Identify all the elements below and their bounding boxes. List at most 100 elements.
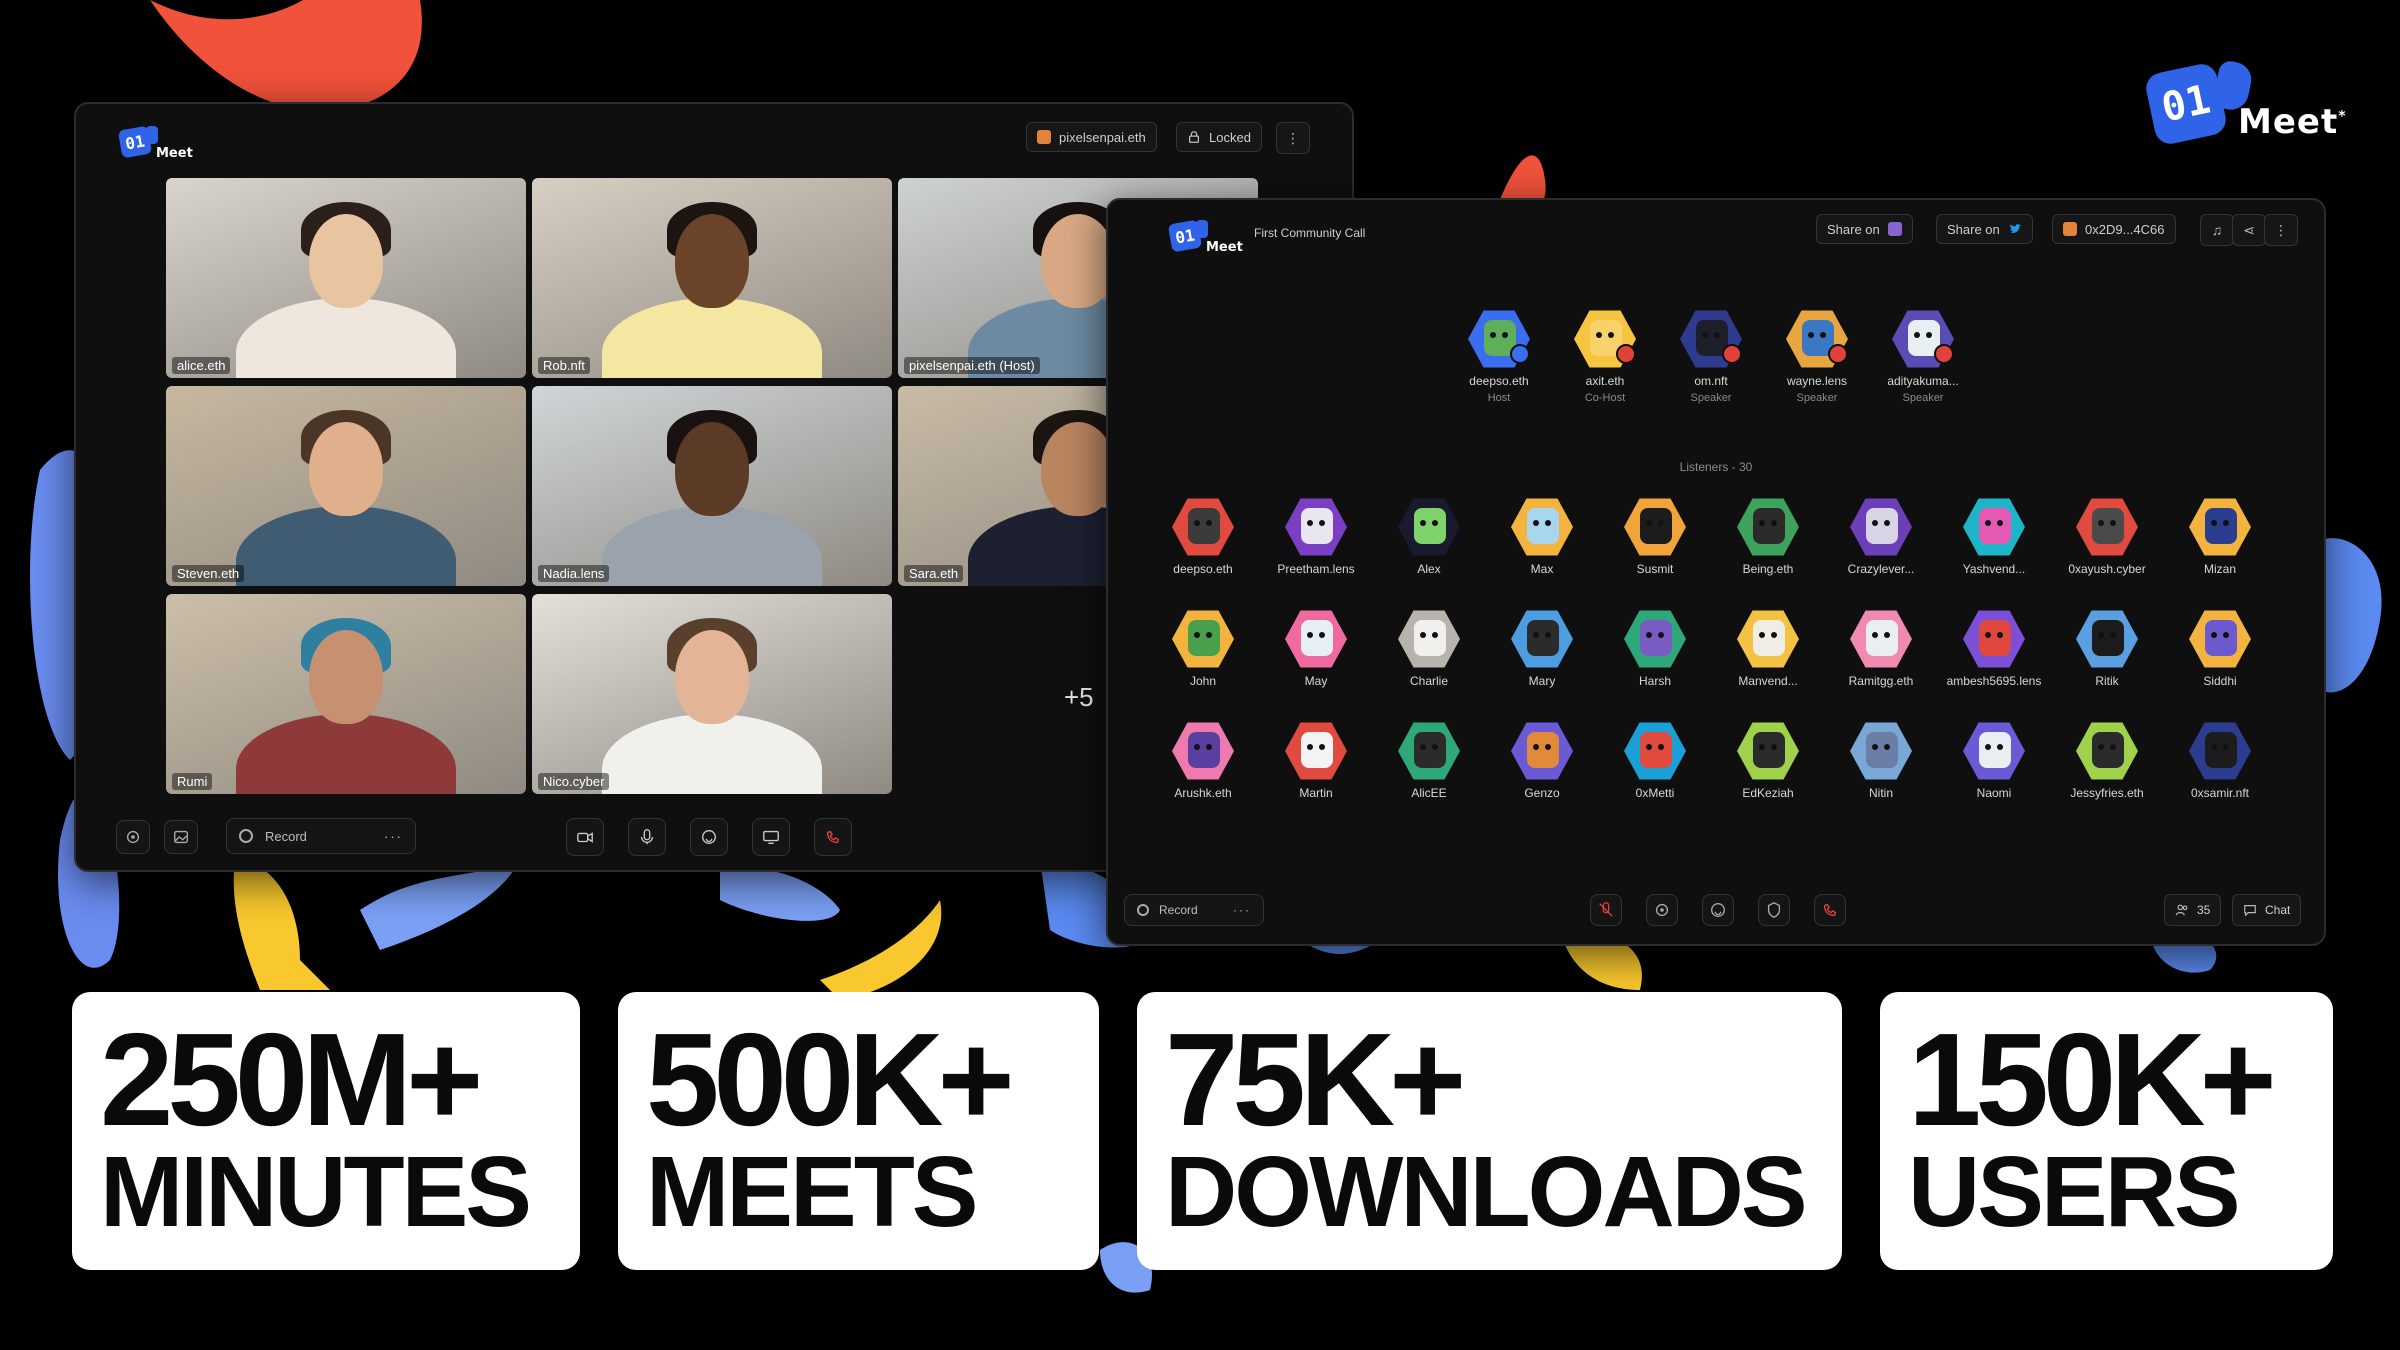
- more-options-button[interactable]: ⋮: [2264, 214, 2298, 246]
- room-title: First Community Call: [1254, 226, 1366, 240]
- wallet-avatar-icon: [2063, 222, 2077, 236]
- share-button[interactable]: ⋖: [2232, 214, 2266, 246]
- avatar[interactable]: [1850, 720, 1912, 782]
- avatar[interactable]: [1172, 720, 1234, 782]
- settings-button[interactable]: [1646, 894, 1678, 926]
- avatar-name: Manvend...: [1738, 674, 1798, 688]
- reactions-button[interactable]: [1702, 894, 1734, 926]
- avatar[interactable]: [1398, 496, 1460, 558]
- user-chip[interactable]: pixelsenpai.eth: [1026, 122, 1157, 152]
- wallet-address-chip[interactable]: 0x2D9...4C66: [2052, 214, 2176, 244]
- avatar[interactable]: [1737, 496, 1799, 558]
- avatar[interactable]: [2076, 720, 2138, 782]
- avatar-eye: [1771, 744, 1777, 750]
- video-tile[interactable]: Rob.nft: [532, 178, 892, 378]
- participants-button[interactable]: 35: [2164, 894, 2222, 926]
- avatar[interactable]: [1574, 308, 1636, 370]
- ellipsis-icon[interactable]: ···: [1233, 903, 1251, 917]
- avatar[interactable]: [1398, 608, 1460, 670]
- avatar[interactable]: [2189, 720, 2251, 782]
- avatar[interactable]: [1285, 720, 1347, 782]
- shield-button[interactable]: [1758, 894, 1790, 926]
- avatar[interactable]: [1172, 496, 1234, 558]
- avatar-eye: [1319, 632, 1325, 638]
- lock-chip[interactable]: Locked: [1176, 122, 1262, 152]
- avatar-eye: [1432, 744, 1438, 750]
- avatar[interactable]: [1172, 608, 1234, 670]
- screen-share-button[interactable]: [752, 818, 790, 856]
- avatar-eye: [1307, 632, 1313, 638]
- avatar[interactable]: [2189, 496, 2251, 558]
- avatar-eye: [2098, 744, 2104, 750]
- muted-badge-icon: [1934, 344, 1954, 364]
- reactions-button[interactable]: [690, 818, 728, 856]
- music-button[interactable]: ♫: [2200, 214, 2234, 246]
- share-twitter-button[interactable]: Share on: [1936, 214, 2033, 244]
- leave-call-button[interactable]: [1814, 894, 1846, 926]
- image-icon: [174, 830, 188, 844]
- avatar[interactable]: [1511, 496, 1573, 558]
- avatar-name: Nitin: [1868, 786, 1893, 800]
- background-button[interactable]: [164, 820, 198, 854]
- avatar[interactable]: [2076, 496, 2138, 558]
- avatar[interactable]: [1963, 720, 2025, 782]
- share-warpcast-button[interactable]: Share on: [1816, 214, 1913, 244]
- avatar[interactable]: [1850, 496, 1912, 558]
- mute-button[interactable]: [1590, 894, 1622, 926]
- avatar[interactable]: [1624, 496, 1686, 558]
- avatar[interactable]: [1680, 308, 1742, 370]
- avatar-character: [2092, 620, 2124, 656]
- avatar[interactable]: [2076, 608, 2138, 670]
- avatar-eye: [2110, 520, 2116, 526]
- overflow-count[interactable]: +5: [1064, 682, 1094, 713]
- record-button[interactable]: Record ···: [226, 818, 416, 854]
- settings-button[interactable]: [116, 820, 150, 854]
- wallet-avatar-icon: [1037, 130, 1051, 144]
- avatar-name: Preetham.lens: [1277, 562, 1355, 576]
- record-button[interactable]: Record ···: [1124, 894, 1264, 926]
- avatar[interactable]: [1624, 720, 1686, 782]
- avatar-eye: [1545, 520, 1551, 526]
- avatar-eye: [1714, 332, 1720, 338]
- video-tile[interactable]: Nico.cyber: [532, 594, 892, 794]
- avatar-eye: [1194, 632, 1200, 638]
- avatar[interactable]: [1624, 608, 1686, 670]
- avatar-character: [1640, 732, 1672, 768]
- avatar-name: Mizan: [2203, 562, 2236, 576]
- avatar-eye: [2223, 632, 2229, 638]
- stat-value: 150K+: [1908, 1006, 2277, 1153]
- avatar[interactable]: [1963, 608, 2025, 670]
- avatar[interactable]: [1850, 608, 1912, 670]
- avatar[interactable]: [1511, 720, 1573, 782]
- video-tile[interactable]: Nadia.lens: [532, 386, 892, 586]
- audio-window-logo: 01 Meet: [1167, 219, 1250, 260]
- person-face: [675, 422, 749, 516]
- avatar[interactable]: [1892, 308, 1954, 370]
- ellipsis-icon[interactable]: ···: [384, 829, 403, 844]
- avatar-role: Speaker: [1796, 392, 1838, 404]
- video-tile[interactable]: Rumi: [166, 594, 526, 794]
- video-tile[interactable]: alice.eth: [166, 178, 526, 378]
- avatar[interactable]: [2189, 608, 2251, 670]
- avatar[interactable]: [1737, 608, 1799, 670]
- microphone-button[interactable]: [628, 818, 666, 856]
- stat-value: 500K+: [646, 1006, 1015, 1153]
- avatar[interactable]: [1511, 608, 1573, 670]
- avatar[interactable]: [1285, 608, 1347, 670]
- chat-button[interactable]: Chat: [2232, 894, 2302, 926]
- avatar[interactable]: [1786, 308, 1848, 370]
- video-tile[interactable]: Steven.eth: [166, 386, 526, 586]
- more-options-button[interactable]: ⋮: [1276, 122, 1310, 154]
- camera-button[interactable]: [566, 818, 604, 856]
- avatar[interactable]: [1285, 496, 1347, 558]
- avatar[interactable]: [1737, 720, 1799, 782]
- avatar-name: Ramitgg.eth: [1848, 674, 1914, 688]
- leave-call-button[interactable]: [814, 818, 852, 856]
- avatar-eye: [1997, 520, 2003, 526]
- avatar-name: adityakuma...: [1887, 374, 1959, 388]
- avatar-character: [1753, 620, 1785, 656]
- record-icon: [239, 829, 253, 843]
- avatar[interactable]: [1963, 496, 2025, 558]
- avatar[interactable]: [1468, 308, 1530, 370]
- avatar[interactable]: [1398, 720, 1460, 782]
